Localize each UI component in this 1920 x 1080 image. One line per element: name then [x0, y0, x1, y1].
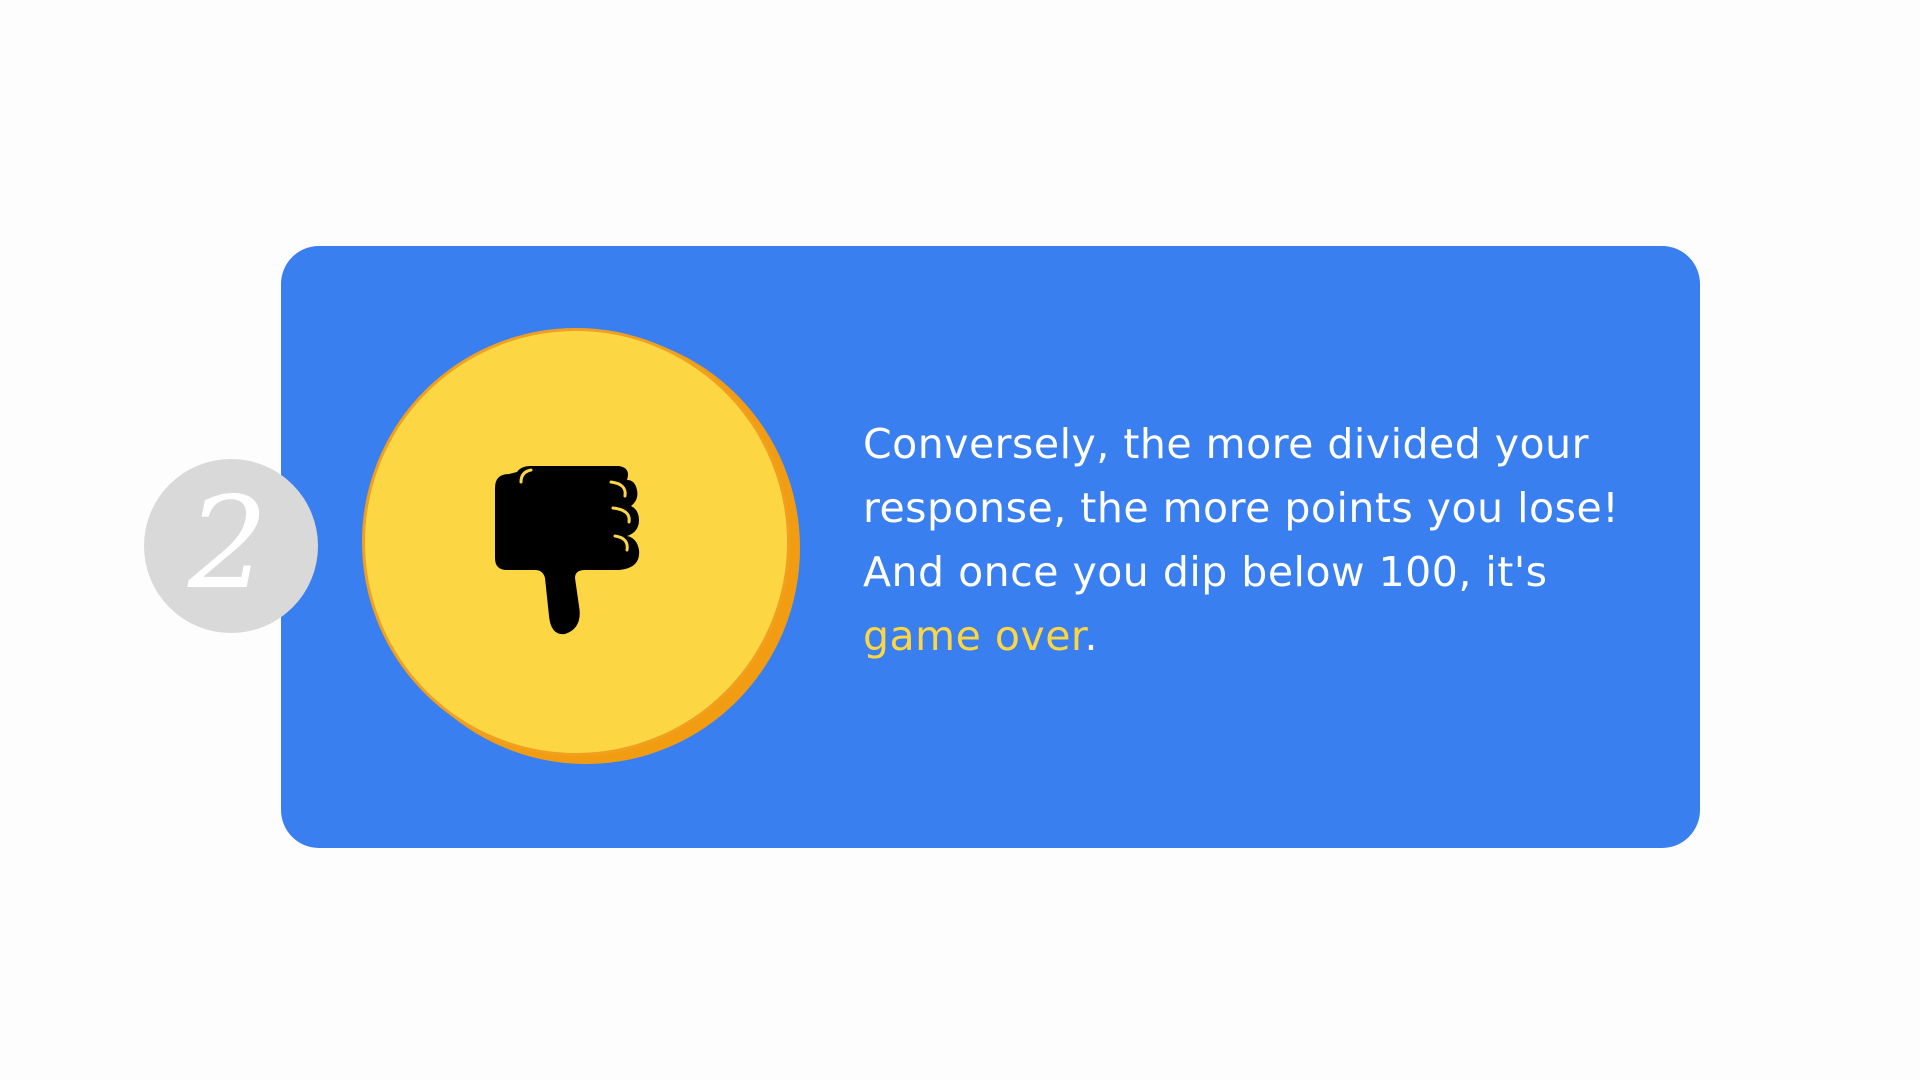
message-highlight: game over	[863, 612, 1085, 660]
message-end: .	[1084, 612, 1099, 660]
step-badge: 2	[144, 459, 318, 633]
info-slide: 2 Conversely, the more divided your resp…	[0, 0, 1920, 1080]
message-text: Conversely, the more divided your respon…	[863, 420, 1620, 596]
thumbs-down-icon	[495, 466, 640, 635]
info-message: Conversely, the more divided your respon…	[863, 412, 1643, 668]
step-number: 2	[187, 470, 269, 617]
